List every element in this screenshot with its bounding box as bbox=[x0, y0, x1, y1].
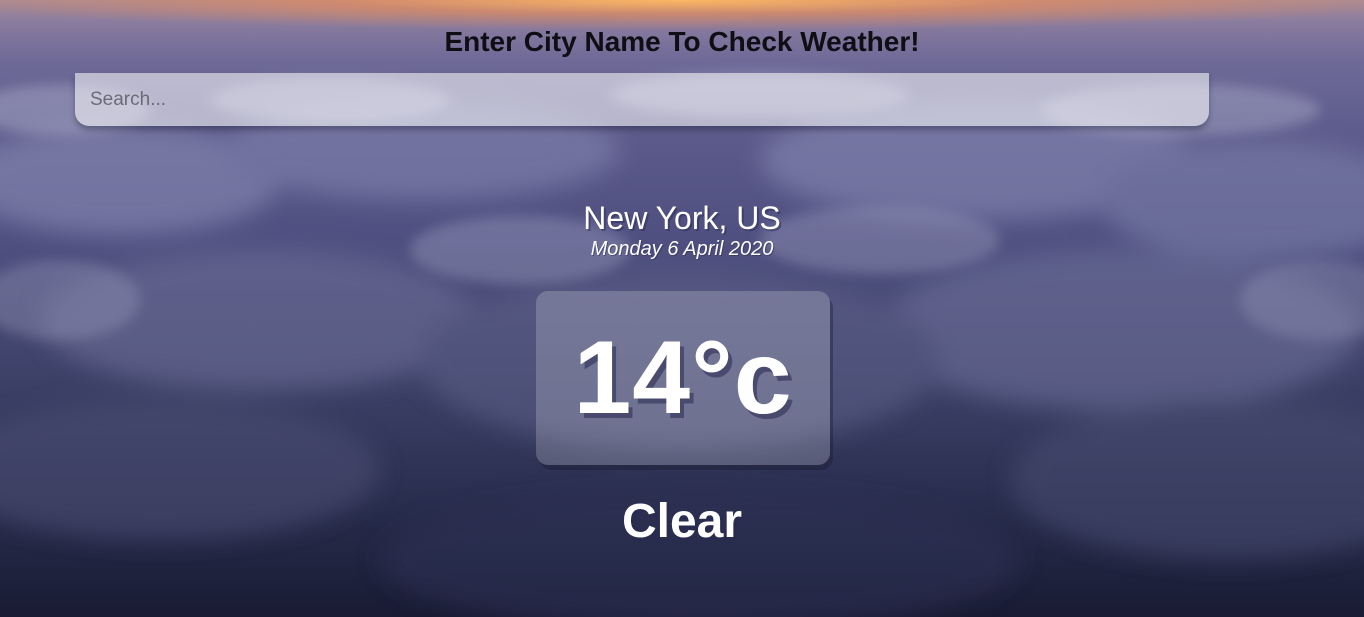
weather-app: Enter City Name To Check Weather! New Yo… bbox=[0, 0, 1364, 617]
location-name: New York, US bbox=[583, 200, 781, 236]
page-title: Enter City Name To Check Weather! bbox=[444, 26, 920, 57]
weather-condition: Clear bbox=[621, 495, 743, 548]
current-date: Monday 6 April 2020 bbox=[590, 238, 774, 260]
temperature-card: 14°c bbox=[536, 291, 830, 465]
search-input[interactable] bbox=[75, 73, 1209, 126]
temperature-value: 14°c bbox=[573, 320, 793, 436]
